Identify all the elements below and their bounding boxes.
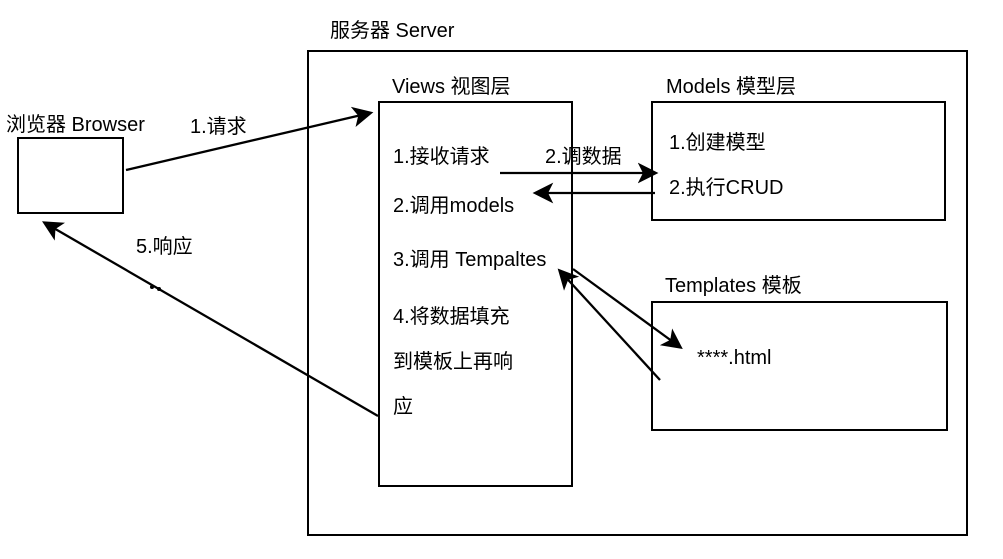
- models-title: Models 模型层: [666, 70, 796, 99]
- templates-box: [651, 301, 948, 431]
- browser-box: [17, 137, 124, 214]
- arrow-data-label: 2.调数据: [545, 140, 622, 169]
- browser-title: 浏览器 Browser: [6, 108, 145, 137]
- views-item2: 2.调用models: [393, 189, 514, 218]
- views-item4-line3: 应: [393, 390, 413, 419]
- views-item1: 1.接收请求: [393, 140, 490, 169]
- views-title: Views 视图层: [392, 70, 511, 99]
- templates-item: ****.html: [697, 347, 771, 370]
- server-title: 服务器 Server: [330, 14, 454, 43]
- arrow-response-label: 5.响应: [136, 230, 193, 259]
- views-item3: 3.调用 Tempaltes: [393, 243, 546, 272]
- arrow-request-label: 1.请求: [190, 110, 247, 139]
- models-item1: 1.创建模型: [669, 126, 766, 155]
- models-box: [651, 101, 946, 221]
- views-item4-line2: 到模板上再响: [393, 345, 513, 374]
- templates-title: Templates 模板: [665, 269, 802, 298]
- models-item2: 2.执行CRUD: [669, 171, 783, 200]
- views-item4-line1: 4.将数据填充: [393, 300, 510, 329]
